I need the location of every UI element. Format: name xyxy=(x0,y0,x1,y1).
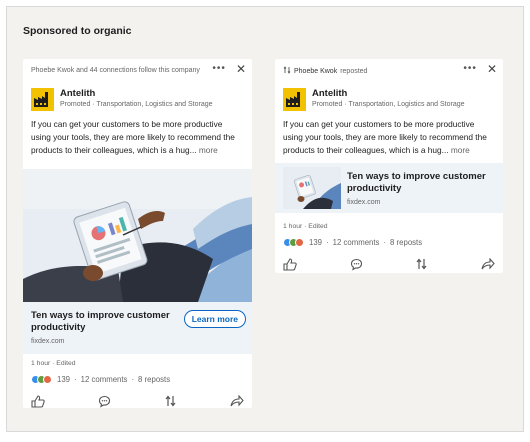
reaction-count[interactable]: 139 xyxy=(309,238,322,247)
post-author[interactable]: Antelith Promoted · Transportation, Logi… xyxy=(31,88,213,111)
factory-logo-icon xyxy=(283,88,306,111)
reaction-icons[interactable] xyxy=(31,375,52,384)
author-subtitle: Promoted · Transportation, Logistics and… xyxy=(312,101,465,108)
close-icon[interactable]: ✕ xyxy=(236,63,246,75)
link-thumbnail[interactable] xyxy=(283,167,341,209)
ellipsis-icon[interactable]: ••• xyxy=(463,64,477,74)
link-domain: fixdex.com xyxy=(347,198,381,206)
separator: · xyxy=(383,238,387,247)
post-meta: 1 hour · Edited xyxy=(31,360,76,367)
link-domain: fixdex.com xyxy=(31,338,65,345)
close-icon[interactable]: ✕ xyxy=(487,63,497,75)
social-counts: 139 · 12 comments · 8 reposts xyxy=(283,238,422,247)
separator: · xyxy=(131,375,135,384)
post-controls: ••• ✕ xyxy=(212,63,246,75)
send-icon[interactable] xyxy=(481,257,495,271)
repost-icon[interactable] xyxy=(415,257,428,271)
link-title[interactable]: Ten ways to improve customer productivit… xyxy=(31,310,171,334)
repost-count[interactable]: 8 reposts xyxy=(138,375,170,384)
action-bar xyxy=(31,394,244,408)
see-more-link[interactable]: more xyxy=(451,145,470,155)
section-title: Sponsored to organic xyxy=(23,25,132,37)
organic-post-card: Phoebe Kwok reposted ••• ✕ Antelith Prom… xyxy=(275,59,503,273)
repost-icon[interactable] xyxy=(164,394,177,408)
send-icon[interactable] xyxy=(230,394,244,408)
social-counts: 139 · 12 comments · 8 reposts xyxy=(31,375,170,384)
comment-icon[interactable] xyxy=(98,395,111,408)
like-icon[interactable] xyxy=(31,394,45,408)
learn-more-button[interactable]: Learn more xyxy=(183,310,246,328)
post-body: If you can get your customers to be more… xyxy=(31,118,244,157)
repost-count[interactable]: 8 reposts xyxy=(390,238,422,247)
author-name[interactable]: Antelith xyxy=(60,88,213,100)
social-context: Phoebe Kwok and 44 connections follow th… xyxy=(31,66,208,75)
see-more-link[interactable]: more xyxy=(199,145,218,155)
reaction-count[interactable]: 139 xyxy=(57,375,70,384)
link-preview[interactable]: Ten ways to improve customer productivit… xyxy=(23,302,252,354)
link-title[interactable]: Ten ways to improve customer productivit… xyxy=(347,171,487,195)
post-controls: ••• ✕ xyxy=(463,63,497,75)
comment-count[interactable]: 12 comments xyxy=(81,375,128,384)
reaction-icons[interactable] xyxy=(283,238,304,247)
like-icon[interactable] xyxy=(283,257,297,271)
love-reaction-icon xyxy=(295,238,304,247)
post-author[interactable]: Antelith Promoted · Transportation, Logi… xyxy=(283,88,465,111)
factory-logo-icon xyxy=(31,88,54,111)
social-context-action: reposted xyxy=(340,68,368,75)
repost-icon xyxy=(283,66,291,77)
sponsored-post-card: Phoebe Kwok and 44 connections follow th… xyxy=(23,59,252,408)
separator: · xyxy=(74,375,77,384)
link-preview[interactable]: Ten ways to improve customer productivit… xyxy=(275,163,503,213)
post-body: If you can get your customers to be more… xyxy=(283,118,495,157)
social-context: Phoebe Kwok reposted xyxy=(283,66,459,77)
ellipsis-icon[interactable]: ••• xyxy=(212,64,226,74)
preview-frame: Sponsored to organic Phoebe Kwok and 44 … xyxy=(6,6,524,432)
post-hero-image[interactable] xyxy=(23,169,252,302)
separator: · xyxy=(326,238,329,247)
action-bar xyxy=(283,257,495,271)
author-name[interactable]: Antelith xyxy=(312,88,465,100)
love-reaction-icon xyxy=(43,375,52,384)
reposter-name[interactable]: Phoebe Kwok xyxy=(294,67,337,76)
comment-count[interactable]: 12 comments xyxy=(333,238,380,247)
author-subtitle: Promoted · Transportation, Logistics and… xyxy=(60,101,213,108)
comment-icon[interactable] xyxy=(350,258,363,271)
social-context-text: Phoebe Kwok and 44 connections follow th… xyxy=(31,67,200,74)
post-meta: 1 hour · Edited xyxy=(283,223,328,230)
